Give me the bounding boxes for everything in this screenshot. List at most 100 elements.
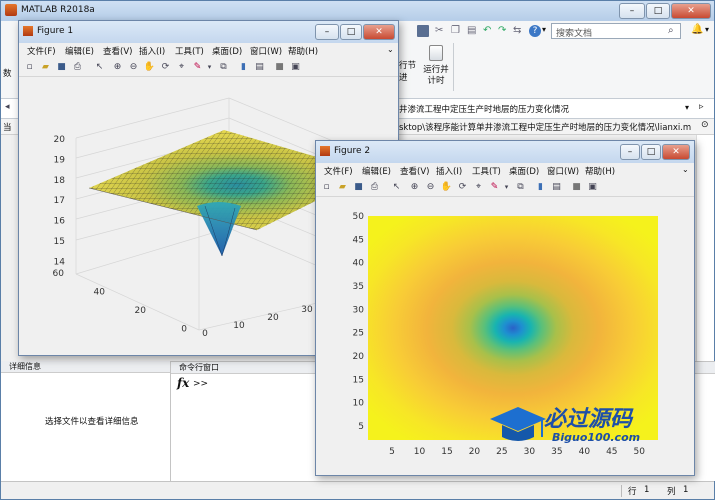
panel-partial-label: 当 xyxy=(3,123,12,133)
save-figure-icon[interactable]: ■ xyxy=(55,61,68,74)
menu-view[interactable]: 查看(V) xyxy=(103,45,132,57)
menu-edit[interactable]: 编辑(E) xyxy=(65,45,94,57)
menu-tools[interactable]: 工具(T) xyxy=(472,165,501,177)
z-tick-label: 16 xyxy=(54,217,66,227)
figure2-menu-bar: 文件(F) 编辑(E) 查看(V) 插入(I) 工具(T) 桌面(D) 窗口(W… xyxy=(316,163,694,179)
y-tick-label: 50 xyxy=(353,212,365,222)
figure2-maximize-button[interactable]: □ xyxy=(641,144,661,160)
figure1-close-button[interactable]: ✕ xyxy=(363,24,395,40)
undo-icon[interactable]: ↶ xyxy=(483,25,491,36)
back-arrow-icon[interactable]: ◂ xyxy=(5,102,10,112)
run-and-time-button[interactable]: 运行并计时 xyxy=(423,65,449,87)
zoom-in-icon[interactable]: ⊕ xyxy=(111,61,124,74)
edit-plot-icon[interactable]: ↖ xyxy=(390,181,403,194)
pan-icon[interactable]: ✋ xyxy=(143,61,156,74)
editor-menu-icon[interactable]: ⊙ xyxy=(701,120,709,130)
menu-tools[interactable]: 工具(T) xyxy=(175,45,204,57)
search-input[interactable]: 搜索文档 xyxy=(556,26,592,39)
y-tick-label: 35 xyxy=(353,282,364,292)
insert-colorbar-icon[interactable]: ▮ xyxy=(237,61,250,74)
run-section-label[interactable]: 行节 xyxy=(399,59,416,71)
menu-view[interactable]: 查看(V) xyxy=(400,165,429,177)
run-advance-label[interactable]: 进 xyxy=(399,71,408,83)
run-and-time-icon[interactable] xyxy=(429,45,443,61)
figure2-minimize-button[interactable]: – xyxy=(620,144,640,160)
switch-windows-icon[interactable]: ⇆ xyxy=(513,25,521,36)
menu-desktop[interactable]: 桌面(D) xyxy=(509,165,539,177)
save-figure-icon[interactable]: ■ xyxy=(352,181,365,194)
cut-icon[interactable]: ✂ xyxy=(435,25,443,36)
path-dropdown-icon[interactable]: ▾ xyxy=(685,103,689,112)
menu-help[interactable]: 帮助(H) xyxy=(288,45,318,57)
y-tick-label: 40 xyxy=(353,259,365,269)
figure1-minimize-button[interactable]: – xyxy=(315,24,339,40)
menu-dock-icon[interactable]: ⌄ xyxy=(682,165,689,174)
y-tick-label: 10 xyxy=(353,399,365,409)
notification-icon[interactable]: 🔔 xyxy=(691,24,703,35)
details-header-label: 详细信息 xyxy=(9,362,41,371)
menu-window[interactable]: 窗口(W) xyxy=(250,45,282,57)
show-plot-tools-icon[interactable]: ▣ xyxy=(586,181,599,194)
open-file-icon[interactable]: ▰ xyxy=(336,181,349,194)
menu-desktop[interactable]: 桌面(D) xyxy=(212,45,242,57)
details-placeholder: 选择文件以查看详细信息 xyxy=(45,417,139,427)
help-icon[interactable]: ? xyxy=(529,25,541,37)
browse-folder-icon[interactable]: ▹ xyxy=(699,102,704,112)
editor-area[interactable] xyxy=(696,135,714,361)
print-icon[interactable]: ⎙ xyxy=(368,181,381,194)
brush-dropdown-icon[interactable]: ▾ xyxy=(203,61,216,74)
print-icon[interactable]: ⎙ xyxy=(71,61,84,74)
zoom-out-icon[interactable]: ⊖ xyxy=(127,61,140,74)
close-button[interactable]: ✕ xyxy=(671,3,711,19)
ribbon-collapse-icon[interactable]: ▾ xyxy=(705,25,709,34)
minimize-button[interactable]: – xyxy=(619,3,645,19)
figure1-maximize-button[interactable]: □ xyxy=(340,24,362,40)
new-figure-icon[interactable]: ▫ xyxy=(23,61,36,74)
insert-colorbar-icon[interactable]: ▮ xyxy=(534,181,547,194)
z-tick-label: 14 xyxy=(54,257,66,267)
insert-legend-icon[interactable]: ▤ xyxy=(253,61,266,74)
figure2-title: Figure 2 xyxy=(334,146,371,156)
help-dropdown-icon[interactable]: ▾ xyxy=(542,25,546,34)
menu-help[interactable]: 帮助(H) xyxy=(585,165,615,177)
menu-file[interactable]: 文件(F) xyxy=(324,165,353,177)
copy-icon[interactable]: ❐ xyxy=(451,25,460,36)
edit-plot-icon[interactable]: ↖ xyxy=(93,61,106,74)
data-cursor-icon[interactable]: ⌖ xyxy=(472,181,485,194)
show-plot-tools-icon[interactable]: ▣ xyxy=(289,61,302,74)
zoom-in-icon[interactable]: ⊕ xyxy=(408,181,421,194)
search-box[interactable]: 搜索文档 ⌕ xyxy=(551,23,681,39)
new-figure-icon[interactable]: ▫ xyxy=(320,181,333,194)
menu-insert[interactable]: 插入(I) xyxy=(436,165,462,177)
insert-legend-icon[interactable]: ▤ xyxy=(550,181,563,194)
rotate-3d-icon[interactable]: ⟳ xyxy=(456,181,469,194)
pan-icon[interactable]: ✋ xyxy=(440,181,453,194)
menu-edit[interactable]: 编辑(E) xyxy=(362,165,391,177)
link-plot-icon[interactable]: ⧉ xyxy=(217,61,230,74)
menu-window[interactable]: 窗口(W) xyxy=(547,165,579,177)
matlab-title-bar: MATLAB R2018a – □ ✕ xyxy=(1,1,714,21)
menu-insert[interactable]: 插入(I) xyxy=(139,45,165,57)
link-plot-icon[interactable]: ⧉ xyxy=(514,181,527,194)
hide-plot-tools-icon[interactable]: ■ xyxy=(570,181,583,194)
hide-plot-tools-icon[interactable]: ■ xyxy=(273,61,286,74)
menu-dock-icon[interactable]: ⌄ xyxy=(387,45,394,54)
redo-icon[interactable]: ↷ xyxy=(498,25,506,36)
brush-dropdown-icon[interactable]: ▾ xyxy=(500,181,513,194)
save-icon[interactable] xyxy=(417,25,429,37)
data-cursor-icon[interactable]: ⌖ xyxy=(175,61,188,74)
current-folder-path[interactable]: 井渗流工程中定压生产时地层的压力变化情况 xyxy=(399,103,569,115)
x-tick-label: 5 xyxy=(389,447,395,457)
menu-file[interactable]: 文件(F) xyxy=(27,45,56,57)
z-tick-label: 20 xyxy=(54,135,66,145)
maximize-button[interactable]: □ xyxy=(646,3,670,19)
zoom-out-icon[interactable]: ⊖ xyxy=(424,181,437,194)
z-tick-label: 18 xyxy=(54,176,66,186)
figure2-close-button[interactable]: ✕ xyxy=(662,144,690,160)
fx-icon[interactable]: fx xyxy=(177,376,189,390)
open-file-icon[interactable]: ▰ xyxy=(39,61,52,74)
editor-file-path[interactable]: sktop\该程序能计算单井渗流工程中定压生产时地层的压力变化情况\lianxi… xyxy=(399,121,691,133)
paste-icon[interactable]: ▤ xyxy=(467,25,476,36)
search-icon[interactable]: ⌕ xyxy=(668,25,674,36)
rotate-3d-icon[interactable]: ⟳ xyxy=(159,61,172,74)
